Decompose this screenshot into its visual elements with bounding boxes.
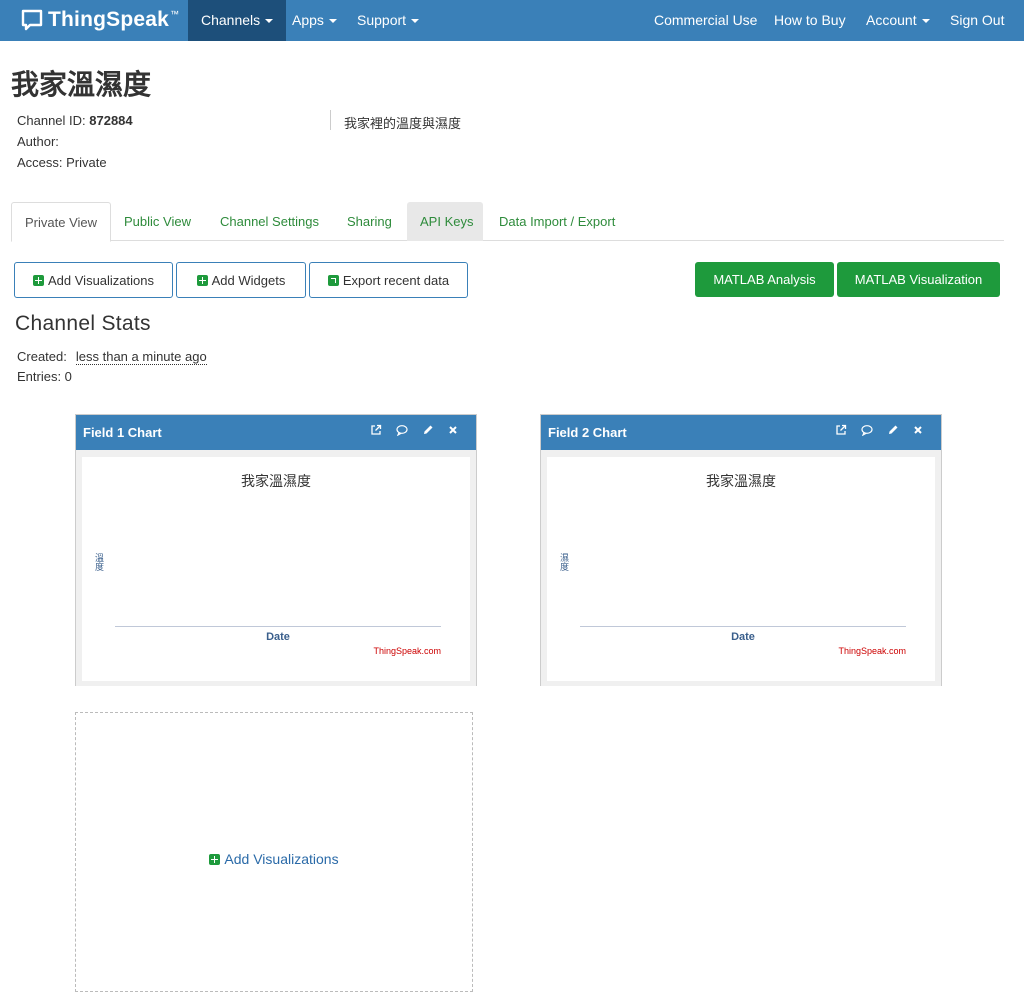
add-visualizations-link-label: Add Visualizations (224, 851, 339, 867)
plus-square-icon (209, 854, 221, 865)
chart-x-axis-label: Date (266, 631, 290, 643)
tab-public-view[interactable]: Public View (111, 202, 204, 241)
meta-divider (330, 110, 331, 130)
nav-commercial-use[interactable]: Commercial Use (641, 0, 770, 41)
chart-title: 我家溫濕度 (241, 474, 311, 490)
add-visualizations-label: Add Visualizations (48, 272, 154, 288)
channel-description: 我家裡的溫度與濕度 (344, 117, 462, 132)
chart-card-body: 我家溫濕度 溫度 Date ThingSpeak.com (76, 450, 476, 686)
chart-card-body: 我家溫濕度 濕度 Date ThingSpeak.com (541, 450, 941, 686)
add-visualizations-button[interactable]: Add Visualizations (14, 262, 173, 298)
plus-square-icon (196, 274, 208, 286)
close-icon[interactable] (445, 423, 461, 441)
channel-id: Channel ID: 872884 (17, 113, 133, 128)
chart-title: 我家溫濕度 (706, 474, 776, 490)
nav-how-to-buy-label: How to Buy (774, 12, 846, 28)
add-widgets-label: Add Widgets (211, 272, 286, 288)
tab-data-import-export[interactable]: Data Import / Export (486, 202, 628, 241)
add-visualization-placeholder: Add Visualizations (75, 712, 473, 992)
chart-credit-link[interactable]: ThingSpeak.com (838, 646, 906, 656)
chart-plot-area: 我家溫濕度 溫度 Date ThingSpeak.com (82, 457, 470, 681)
chart-card-title: Field 2 Chart (548, 425, 627, 440)
matlab-analysis-button[interactable]: MATLAB Analysis (695, 262, 834, 297)
nav-apps-label: Apps (292, 12, 324, 28)
chart-y-axis-label: 溫度 (93, 553, 103, 571)
add-widgets-button[interactable]: Add Widgets (176, 262, 306, 298)
thingspeak-logo[interactable]: ThingSpeak ™ (21, 7, 179, 33)
nav-apps[interactable]: Apps (279, 0, 350, 41)
pencil-icon[interactable] (420, 423, 436, 441)
chart-x-axis-line (115, 626, 441, 627)
tab-api-keys[interactable]: API Keys (407, 202, 483, 241)
chart-x-axis-line (580, 626, 906, 627)
nav-sign-out-label: Sign Out (950, 12, 1005, 28)
stat-created-value: less than a minute ago (75, 349, 207, 365)
nav-account-label: Account (866, 12, 917, 28)
add-visualizations-link[interactable]: Add Visualizations (76, 851, 472, 867)
export-recent-data-button[interactable]: Export recent data (309, 262, 468, 298)
comment-icon[interactable] (394, 423, 410, 441)
stat-created-label: Created: (17, 349, 67, 364)
chart-card-header: Field 1 Chart (76, 415, 476, 450)
channel-id-label: Channel ID: (17, 113, 90, 128)
stat-created: Created: less than a minute ago (17, 349, 207, 365)
page-title: 我家溫濕度 (11, 68, 152, 101)
tab-private-view[interactable]: Private View (11, 202, 112, 242)
channel-access: Access: Private (17, 155, 107, 170)
top-navbar: ThingSpeak ™ Channels Apps Support Comme… (0, 0, 1024, 41)
channel-author: Author: (17, 134, 59, 149)
external-link-icon (327, 274, 339, 286)
chart-plot-area: 我家溫濕度 濕度 Date ThingSpeak.com (547, 457, 935, 681)
caret-down-icon (411, 19, 420, 24)
external-link-icon[interactable] (833, 423, 849, 441)
chart-y-axis-label: 濕度 (558, 553, 568, 571)
nav-channels-label: Channels (201, 12, 261, 28)
tab-channel-settings[interactable]: Channel Settings (207, 202, 332, 241)
matlab-visualization-button[interactable]: MATLAB Visualization (837, 262, 1000, 297)
nav-sign-out[interactable]: Sign Out (937, 0, 1017, 41)
caret-down-icon (328, 19, 337, 24)
nav-account[interactable]: Account (853, 0, 943, 41)
nav-support-label: Support (357, 12, 407, 28)
chart-card-title: Field 1 Chart (83, 425, 162, 440)
chat-bubble-icon (21, 9, 43, 31)
brand-trademark: ™ (170, 9, 180, 19)
nav-how-to-buy[interactable]: How to Buy (761, 0, 859, 41)
nav-commercial-use-label: Commercial Use (654, 12, 758, 28)
plus-square-icon (33, 274, 44, 286)
field-1-chart-card: Field 1 Chart 我家溫濕度 溫度 Date ThingSpeak.c… (75, 414, 477, 686)
pencil-icon[interactable] (885, 423, 901, 441)
chart-credit-link[interactable]: ThingSpeak.com (373, 646, 441, 656)
export-recent-data-label: Export recent data (342, 272, 450, 288)
chart-card-header: Field 2 Chart (541, 415, 941, 450)
channel-stats-title: Channel Stats (15, 312, 151, 335)
close-icon[interactable] (910, 423, 926, 441)
caret-down-icon (921, 19, 930, 24)
stat-entries: Entries: 0 (17, 369, 72, 384)
channel-id-value: 872884 (89, 113, 133, 128)
brand-name: ThingSpeak (48, 8, 170, 31)
nav-support[interactable]: Support (344, 0, 432, 41)
field-2-chart-card: Field 2 Chart 我家溫濕度 濕度 Date ThingSpeak.c… (540, 414, 942, 686)
external-link-icon[interactable] (368, 423, 384, 441)
chart-x-axis-label: Date (731, 631, 755, 643)
tab-sharing[interactable]: Sharing (334, 202, 405, 241)
caret-down-icon (265, 19, 274, 24)
comment-icon[interactable] (859, 423, 875, 441)
nav-channels[interactable]: Channels (188, 0, 287, 41)
